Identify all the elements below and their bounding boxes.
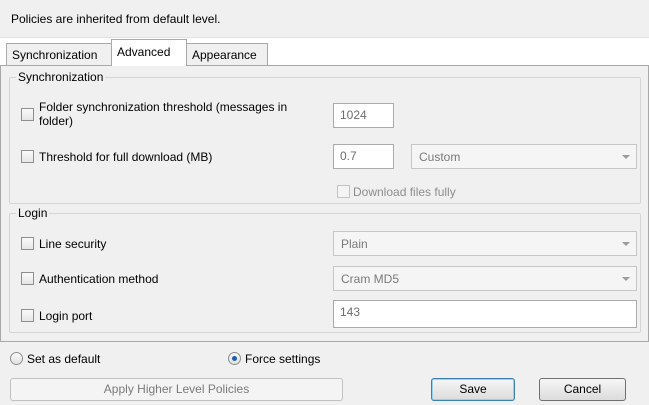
auth-method-checkbox[interactable] xyxy=(21,272,34,285)
line-security-select[interactable]: Plain xyxy=(333,231,637,256)
apply-higher-level-policies-button[interactable]: Apply Higher Level Policies xyxy=(10,378,343,401)
folder-threshold-checkbox[interactable] xyxy=(21,108,34,121)
set-as-default-label: Set as default xyxy=(27,352,101,366)
cancel-button[interactable]: Cancel xyxy=(539,378,626,401)
notice-text: Policies are inherited from default leve… xyxy=(11,12,221,26)
line-security-value: Plain xyxy=(341,237,368,251)
full-download-unit-value: Custom xyxy=(419,150,461,164)
tab-advanced[interactable]: Advanced xyxy=(111,39,187,66)
line-security-label: Line security xyxy=(39,237,107,251)
synchronization-group: Synchronization Folder synchronization t… xyxy=(9,70,641,204)
login-group: Login Line security Plain Authentication… xyxy=(9,206,641,333)
tab-appearance[interactable]: Appearance xyxy=(186,43,268,66)
synchronization-group-title: Synchronization xyxy=(16,70,106,84)
folder-threshold-label: Folder synchronization threshold (messag… xyxy=(39,100,288,128)
auth-method-label: Authentication method xyxy=(39,272,159,286)
auth-method-value: Cram MD5 xyxy=(341,272,400,286)
force-settings-radio[interactable] xyxy=(228,352,241,365)
full-download-checkbox[interactable] xyxy=(21,150,34,163)
login-port-label: Login port xyxy=(39,309,93,323)
inheritance-notice: Policies are inherited from default leve… xyxy=(0,0,649,38)
force-settings-label: Force settings xyxy=(245,352,321,366)
login-port-checkbox[interactable] xyxy=(21,309,34,322)
login-port-input[interactable]: 143 xyxy=(333,300,637,328)
full-download-input[interactable]: 0.7 xyxy=(333,144,394,169)
dialog-footer: Set as default Force settings Apply High… xyxy=(0,342,649,405)
tab-bar: Synchronization Advanced Appearance xyxy=(0,39,649,66)
save-button[interactable]: Save xyxy=(431,378,515,401)
chevron-down-icon xyxy=(622,277,630,281)
chevron-down-icon xyxy=(622,242,630,246)
login-group-title: Login xyxy=(16,206,50,220)
auth-method-select[interactable]: Cram MD5 xyxy=(333,266,637,291)
full-download-label: Threshold for full download (MB) xyxy=(39,150,213,164)
line-security-checkbox[interactable] xyxy=(21,237,34,250)
advanced-panel: Synchronization Folder synchronization t… xyxy=(0,65,649,342)
chevron-down-icon xyxy=(622,155,630,159)
download-files-fully-checkbox[interactable] xyxy=(337,185,350,198)
set-as-default-radio[interactable] xyxy=(10,352,23,365)
full-download-unit-select[interactable]: Custom xyxy=(411,144,637,169)
folder-threshold-input[interactable]: 1024 xyxy=(333,103,394,128)
tab-synchronization[interactable]: Synchronization xyxy=(6,43,112,66)
download-files-fully-label: Download files fully xyxy=(353,185,456,199)
